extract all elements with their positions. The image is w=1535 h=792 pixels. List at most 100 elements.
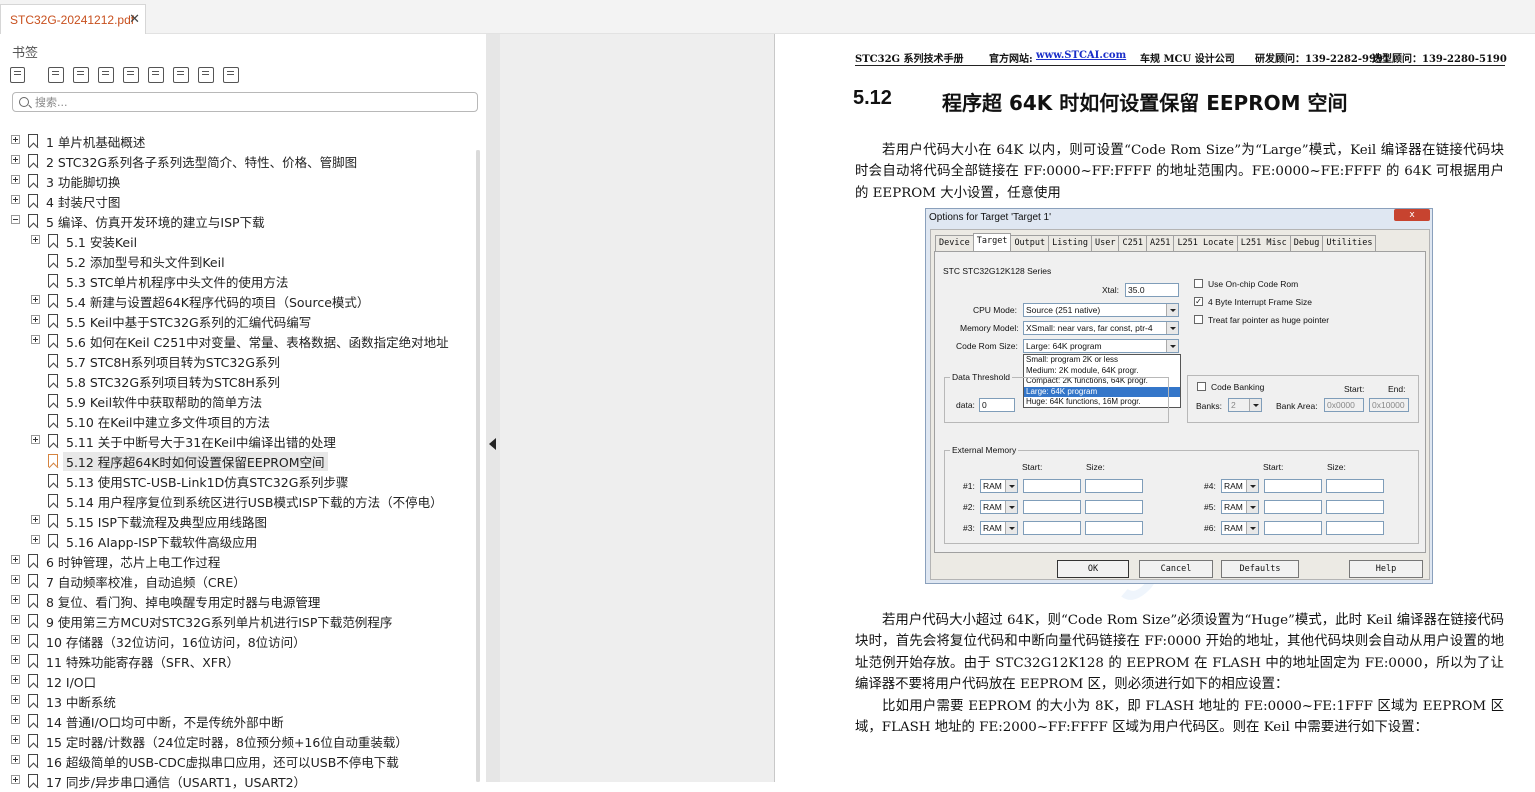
ext-memory-type-select[interactable]: RAM	[980, 521, 1018, 535]
expand-icon[interactable]	[11, 635, 20, 644]
expand-icon[interactable]	[31, 235, 40, 244]
dialog-tab[interactable]: Utilities	[1322, 235, 1377, 251]
bank-start-input[interactable]: 0x0000	[1324, 398, 1364, 412]
expand-icon[interactable]	[31, 535, 40, 544]
bookmark-item[interactable]: 5.7 STC8H系列项目转为STC32G系列	[0, 350, 476, 370]
bookmark-item[interactable]: 16 超级简单的USB-CDC虚拟串口应用，还可以USB不停电下载	[0, 750, 476, 770]
ext-size-input[interactable]	[1085, 479, 1143, 493]
expand-icon[interactable]	[173, 67, 189, 83]
expand-icon[interactable]	[11, 195, 20, 204]
bookmark-item[interactable]: 17 同步/异步串口通信（USART1，USART2）	[0, 770, 476, 790]
bookmark-item[interactable]: 5.11 关于中断号大于31在Keil中编译出错的处理	[0, 430, 476, 450]
dialog-tab[interactable]: User	[1090, 235, 1120, 251]
bookmark-item[interactable]: 5.14 用户程序复位到系统区进行USB模式ISP下载的方法（不停电）	[0, 490, 476, 510]
bookmark-item[interactable]: 2 STC32G系列各子系列选型简介、特性、价格、管脚图	[0, 150, 476, 170]
dialog-tab[interactable]: L251 Misc	[1236, 235, 1291, 251]
dialog-tab[interactable]: Listing	[1048, 235, 1092, 251]
bookmark-item[interactable]: 4 封装尺寸图	[0, 190, 476, 210]
expand-icon[interactable]	[11, 755, 20, 764]
bookmark-search-input[interactable]	[35, 95, 455, 109]
ext-size-input[interactable]	[1085, 500, 1143, 514]
expand-icon[interactable]	[11, 135, 20, 144]
xtal-input[interactable]: 35.0	[1125, 283, 1179, 297]
bookmark-item[interactable]: 13 中断系统	[0, 690, 476, 710]
bookmark-item[interactable]: 5.5 Keil中基于STC32G系列的汇编代码编写	[0, 310, 476, 330]
expand-icon[interactable]	[31, 515, 40, 524]
document-tab[interactable]: STC32G-20241212.pdf ✕	[0, 4, 146, 34]
ext-start-input[interactable]	[1264, 500, 1322, 514]
bookmark-item[interactable]: 5.3 STC单片机程序中头文件的使用方法	[0, 270, 476, 290]
expand-icon[interactable]	[11, 175, 20, 184]
panel-splitter[interactable]	[486, 34, 500, 782]
dialog-tab[interactable]: C251	[1118, 235, 1147, 251]
memory-model-select[interactable]: XSmall: near vars, far const, ptr-4	[1023, 321, 1179, 335]
ext-start-input[interactable]	[1023, 479, 1081, 493]
bookmark-item[interactable]: 3 功能脚切换	[0, 170, 476, 190]
data-threshold-input[interactable]: 0	[979, 398, 1015, 412]
bookmark-item[interactable]: 8 复位、看门狗、掉电唤醒专用定时器与电源管理	[0, 590, 476, 610]
bookmark-item[interactable]: 5.2 添加型号和头文件到Keil	[0, 250, 476, 270]
bookmark-item[interactable]: 5.16 AIapp-ISP下载软件高级应用	[0, 530, 476, 550]
add-bookmark-icon[interactable]	[48, 67, 64, 83]
bookmark-item[interactable]: 5.15 ISP下载流程及典型应用线路图	[0, 510, 476, 530]
outline-icon[interactable]	[10, 67, 25, 83]
bookmark-item[interactable]: 5 编译、仿真开发环境的建立与ISP下载	[0, 210, 476, 230]
scrollbar-thumb[interactable]	[476, 150, 480, 782]
expand-icon[interactable]	[11, 555, 20, 564]
code-banking-checkbox[interactable]	[1197, 382, 1206, 391]
bookmark-item[interactable]: 11 特殊功能寄存器（SFR、XFR）	[0, 650, 476, 670]
ext-start-input[interactable]	[1023, 521, 1081, 535]
help-button[interactable]: Help	[1349, 560, 1423, 578]
bookmark-item[interactable]: 9 使用第三方MCU对STC32G系列单片机进行ISP下载范例程序	[0, 610, 476, 630]
ext-size-input[interactable]	[1085, 521, 1143, 535]
font-larger-icon[interactable]	[123, 67, 139, 83]
collapse-panel-icon[interactable]	[489, 438, 496, 450]
onchip-rom-checkbox[interactable]	[1194, 279, 1203, 288]
expand-icon[interactable]	[31, 435, 40, 444]
expand-icon[interactable]	[11, 775, 20, 784]
expand-icon[interactable]	[31, 315, 40, 324]
bookmark-item[interactable]: 5.12 程序超64K时如何设置保留EEPROM空间	[0, 450, 476, 471]
ext-size-input[interactable]	[1326, 479, 1384, 493]
ext-memory-type-select[interactable]: RAM	[980, 479, 1018, 493]
header-site-link[interactable]: www.STCAI.com	[1036, 50, 1126, 61]
bookmark-item[interactable]: 5.6 如何在Keil C251中对变量、常量、表格数据、函数指定绝对地址	[0, 330, 476, 350]
expand-icon[interactable]	[11, 575, 20, 584]
ext-size-input[interactable]	[1326, 521, 1384, 535]
bank-end-input[interactable]: 0x10000	[1369, 398, 1409, 412]
ok-button[interactable]: OK	[1057, 560, 1129, 578]
bookmark-scrollbar[interactable]	[476, 150, 480, 782]
bookmark-item[interactable]: 10 存储器（32位访问，16位访问，8位访问）	[0, 630, 476, 650]
ext-memory-type-select[interactable]: RAM	[1221, 521, 1259, 535]
code-rom-option[interactable]: Medium: 2K module, 64K progr.	[1024, 366, 1180, 377]
defaults-button[interactable]: Defaults	[1221, 560, 1299, 578]
expand-icon[interactable]	[11, 595, 20, 604]
dialog-tab[interactable]: Output	[1010, 235, 1050, 251]
bookmark-search[interactable]	[12, 92, 478, 112]
ext-start-input[interactable]	[1264, 521, 1322, 535]
ext-memory-type-select[interactable]: RAM	[1221, 500, 1259, 514]
find-bookmark-icon[interactable]	[223, 67, 239, 83]
bookmark-item[interactable]: 1 单片机基础概述	[0, 130, 476, 150]
bookmark-item[interactable]: 12 I/O口	[0, 670, 476, 690]
bookmark-item[interactable]: 6 时钟管理，芯片上电工作过程	[0, 550, 476, 570]
expand-icon[interactable]	[11, 695, 20, 704]
expand-icon[interactable]	[31, 335, 40, 344]
ext-memory-type-select[interactable]: RAM	[1221, 479, 1259, 493]
close-tab-icon[interactable]: ✕	[129, 12, 140, 27]
expand-icon[interactable]	[11, 735, 20, 744]
dialog-tab[interactable]: Target	[972, 233, 1012, 251]
dialog-close-button[interactable]: x	[1394, 209, 1430, 221]
bookmark-item[interactable]: 5.1 安装Keil	[0, 230, 476, 250]
delete-bookmark-icon[interactable]	[73, 67, 89, 83]
expand-icon[interactable]	[11, 715, 20, 724]
dialog-tab[interactable]: Device	[935, 235, 974, 251]
cancel-button[interactable]: Cancel	[1139, 560, 1213, 578]
ext-start-input[interactable]	[1023, 500, 1081, 514]
bookmark-item[interactable]: 5.10 在Keil中建立多文件项目的方法	[0, 410, 476, 430]
bookmark-edit-icon[interactable]	[98, 67, 114, 83]
dialog-tab[interactable]: A251	[1145, 235, 1175, 251]
expand-icon[interactable]	[11, 615, 20, 624]
cpu-mode-select[interactable]: Source (251 native)	[1023, 303, 1179, 317]
banks-select[interactable]: 2	[1228, 398, 1262, 412]
